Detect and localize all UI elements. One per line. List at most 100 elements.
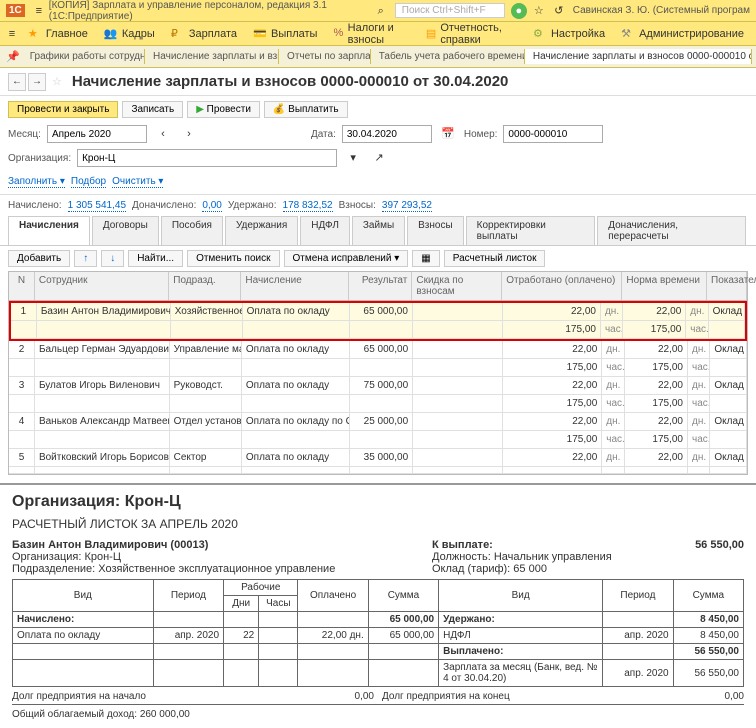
people-icon: 👥	[104, 27, 118, 41]
table-row[interactable]: 1Базин Антон ВладимировичХозяйственное у…	[11, 303, 745, 321]
with-row-vid: НДФЛ	[439, 628, 603, 644]
subtab-recalc[interactable]: Доначисления, перерасчеты	[597, 216, 746, 245]
history-icon[interactable]: ↺	[551, 3, 567, 19]
contrib-label: Взносы:	[339, 200, 376, 211]
form-row-period: Месяц: ‹ › Дата: 📅 Номер:	[0, 122, 756, 146]
th-sum-r: Сумма	[673, 580, 743, 612]
date-field[interactable]	[342, 125, 432, 143]
menu-icon[interactable]: ≡	[31, 3, 47, 19]
post-button[interactable]: ▶ Провести	[187, 101, 260, 118]
table-row[interactable]: 175,00час.175,00час.	[9, 395, 747, 413]
col-result[interactable]: Результат	[349, 272, 412, 300]
gear-icon: ⚙	[533, 27, 547, 41]
star-icon[interactable]: ☆	[52, 75, 62, 88]
col-employee[interactable]: Сотрудник	[35, 272, 169, 300]
tab-schedules[interactable]: Графики работы сотрудников ×	[22, 49, 145, 64]
menu-salary[interactable]: ₽Зарплата	[163, 25, 245, 43]
hamburger-icon[interactable]: ≡	[6, 26, 18, 42]
tab-current-doc[interactable]: Начисление зарплаты и взносов 0000-00001…	[525, 49, 752, 64]
report-icon: ▤	[426, 27, 436, 41]
pin-icon[interactable]: 📌	[6, 49, 20, 65]
col-indicators[interactable]: Показатели	[707, 272, 747, 300]
pick-link[interactable]: Подбор	[71, 176, 106, 188]
col-accrual[interactable]: Начисление	[241, 272, 349, 300]
subtab-contributions[interactable]: Взносы	[407, 216, 464, 245]
form-row-fill: Заполнить ▾ Подбор Очистить ▾	[0, 170, 756, 194]
table-row[interactable]	[9, 467, 747, 474]
menu-reports[interactable]: ▤Отчетность, справки	[418, 20, 525, 48]
clear-link[interactable]: Очистить ▾	[112, 176, 163, 188]
tax-base-label: Общий облагаемый доход:	[12, 709, 137, 720]
star-icon[interactable]: ☆	[531, 3, 547, 19]
tab-payroll-list[interactable]: Начисление зарплаты и взносов ×	[145, 49, 279, 64]
tab-timesheet[interactable]: Табель учета рабочего времени (Т-13) ×	[371, 49, 525, 64]
search-icon[interactable]: ⌕	[373, 3, 389, 19]
fill-link[interactable]: Заполнить ▾	[8, 176, 65, 188]
post-icon: ▶	[196, 104, 204, 115]
col-worked[interactable]: Отработано (оплачено)	[502, 272, 622, 300]
menu-payments[interactable]: 💳Выплаты	[245, 25, 325, 43]
tab-salary-reports[interactable]: Отчеты по зарплате ×	[279, 49, 371, 64]
bell-icon[interactable]: ●	[511, 3, 527, 19]
menu-admin[interactable]: ⚒Администрирование	[613, 25, 752, 43]
add-button[interactable]: Добавить	[8, 250, 70, 267]
month-field[interactable]	[47, 125, 147, 143]
report-dep-label: Подразделение:	[12, 563, 95, 575]
move-up-button[interactable]: ↑	[74, 250, 97, 267]
table-row[interactable]: 5Войтковский Игорь БорисовичСекторОплата…	[9, 449, 747, 467]
report-org-label: Организация:	[12, 551, 81, 563]
back-button[interactable]: ←	[8, 73, 26, 91]
menu-taxes[interactable]: %Налоги и взносы	[325, 20, 417, 48]
cancel-corrections-button[interactable]: Отмена исправлений ▾	[284, 250, 409, 267]
subtab-accruals[interactable]: Начисления	[8, 216, 90, 245]
org-field[interactable]	[77, 149, 337, 167]
table-row[interactable]: 175,00час.175,00час.	[9, 431, 747, 449]
menu-staff[interactable]: 👥Кадры	[96, 25, 163, 43]
prev-month-icon[interactable]: ‹	[155, 126, 171, 142]
date-label: Дата:	[311, 129, 336, 140]
cancel-find-button[interactable]: Отменить поиск	[187, 250, 279, 267]
move-down-button[interactable]: ↓	[101, 250, 124, 267]
subtab-corrections[interactable]: Корректировки выплаты	[466, 216, 596, 245]
show-all-button[interactable]: ▦	[412, 250, 439, 267]
table-row[interactable]: 3Булатов Игорь ВиленовичРуководст.Оплата…	[9, 377, 747, 395]
month-label: Месяц:	[8, 129, 41, 140]
accrued-value[interactable]: 1 305 541,45	[68, 200, 126, 212]
find-button[interactable]: Найти...	[128, 250, 183, 267]
open-icon[interactable]: ↗	[371, 150, 387, 166]
th-days: Дни	[224, 596, 259, 612]
col-department[interactable]: Подразд.	[169, 272, 241, 300]
dropdown-icon[interactable]: ▾	[345, 150, 361, 166]
number-field[interactable]	[503, 125, 603, 143]
accrued-label: Начислено:	[8, 200, 62, 211]
extra-accr-value[interactable]: 0,00	[202, 200, 221, 212]
post-and-close-button[interactable]: Провести и закрыть	[8, 101, 118, 118]
payout-button[interactable]: 💰 Выплатить	[264, 101, 348, 118]
withheld-section: Удержано:	[439, 612, 603, 628]
table-row[interactable]: 4Ваньков Александр МатвеевичОтдел устано…	[9, 413, 747, 431]
subtab-ndfl[interactable]: НДФЛ	[300, 216, 350, 245]
menu-settings[interactable]: ⚙Настройка	[525, 25, 613, 43]
col-norm[interactable]: Норма времени	[622, 272, 707, 300]
subtab-contracts[interactable]: Договоры	[92, 216, 159, 245]
withheld-value[interactable]: 178 832,52	[283, 200, 333, 212]
withheld-label: Удержано:	[228, 200, 277, 211]
forward-button[interactable]: →	[28, 73, 46, 91]
menu-main[interactable]: ★Главное	[20, 25, 96, 43]
col-discount[interactable]: Скидка по взносам	[412, 272, 502, 300]
save-button[interactable]: Записать	[122, 101, 183, 118]
table-row[interactable]: 2Бальцер Герман ЭдуардовичУправление мар…	[9, 341, 747, 359]
table-row[interactable]: 175,00час.175,00час.	[11, 321, 745, 339]
col-n[interactable]: N	[9, 272, 35, 300]
payslip-button[interactable]: Расчетный листок	[444, 250, 546, 267]
subtab-deductions[interactable]: Удержания	[225, 216, 298, 245]
global-search-input[interactable]: Поиск Ctrl+Shift+F	[395, 3, 505, 18]
subtab-benefits[interactable]: Пособия	[161, 216, 223, 245]
table-row[interactable]: 175,00час.175,00час.	[9, 359, 747, 377]
coins-icon: ₽	[171, 27, 185, 41]
subtab-loans[interactable]: Займы	[352, 216, 405, 245]
next-month-icon[interactable]: ›	[181, 126, 197, 142]
contrib-value[interactable]: 397 293,52	[382, 200, 432, 212]
calendar-icon[interactable]: 📅	[440, 126, 456, 142]
user-name[interactable]: Савинская З. Ю. (Системный програм	[573, 5, 750, 16]
